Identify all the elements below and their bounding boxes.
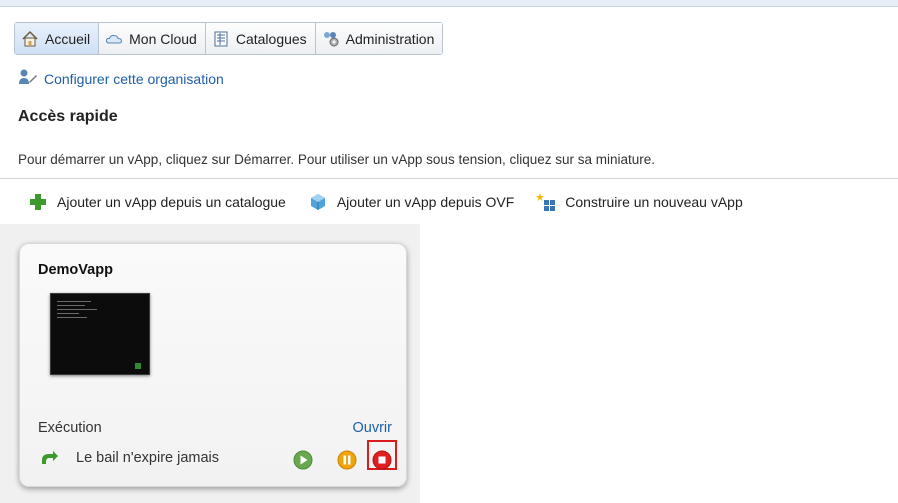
divider xyxy=(0,178,898,179)
add-vapp-from-catalog-button[interactable]: Ajouter un vApp depuis un catalogue xyxy=(28,192,286,212)
main-tabs: Accueil Mon Cloud Catalogues Administrat… xyxy=(14,22,444,55)
vapp-card: DemoVapp Exécution Ouvrir Le bail n'expi… xyxy=(19,243,407,487)
stop-vapp-button[interactable] xyxy=(372,450,392,470)
action-label: Ajouter un vApp depuis un catalogue xyxy=(57,194,286,210)
vapp-console-thumbnail[interactable] xyxy=(50,293,150,375)
catalog-icon xyxy=(212,30,230,48)
suspend-vapp-button[interactable] xyxy=(337,450,357,470)
home-icon xyxy=(21,30,39,48)
vapp-status: Exécution xyxy=(38,420,102,436)
tab-home[interactable]: Accueil xyxy=(15,23,100,54)
lease-info: Le bail n'expire jamais xyxy=(40,450,219,466)
top-bar xyxy=(0,0,898,7)
lease-text: Le bail n'expire jamais xyxy=(76,450,220,466)
cloud-icon xyxy=(105,30,123,48)
open-vapp-link[interactable]: Ouvrir xyxy=(353,420,392,436)
section-title: Accès rapide xyxy=(18,108,118,125)
configure-organization-link[interactable]: Configurer cette organisation xyxy=(44,71,224,87)
tab-my-cloud[interactable]: Mon Cloud xyxy=(99,23,206,54)
stop-icon xyxy=(372,450,392,470)
console-indicator xyxy=(135,363,141,369)
tab-catalogs[interactable]: Catalogues xyxy=(205,23,316,54)
tab-label: Catalogues xyxy=(235,30,307,47)
action-label: Ajouter un vApp depuis OVF xyxy=(336,194,515,210)
tab-administration[interactable]: Administration xyxy=(315,23,443,54)
hint-text: Pour démarrer un vApp, cliquez sur Démar… xyxy=(18,152,656,167)
users-config-icon xyxy=(18,68,38,89)
add-vapp-from-ovf-button[interactable]: Ajouter un vApp depuis OVF xyxy=(308,192,514,212)
admin-icon xyxy=(322,30,340,48)
tab-label: Accueil xyxy=(45,30,91,47)
play-icon xyxy=(293,450,313,470)
config-org-row: Configurer cette organisation xyxy=(18,68,224,89)
ovf-icon xyxy=(308,192,328,212)
build-new-vapp-button[interactable]: Construire un nouveau vApp xyxy=(536,192,743,212)
action-label: Construire un nouveau vApp xyxy=(565,194,743,210)
build-icon xyxy=(536,192,556,212)
actions-toolbar: Ajouter un vApp depuis un catalogue Ajou… xyxy=(28,188,765,216)
lease-icon xyxy=(40,451,58,465)
tab-label: Administration xyxy=(345,30,435,47)
tab-label: Mon Cloud xyxy=(129,30,197,47)
pause-icon xyxy=(337,450,357,470)
start-vapp-button[interactable] xyxy=(293,450,313,470)
vapp-name: DemoVapp xyxy=(38,262,113,278)
plus-icon xyxy=(28,192,48,212)
